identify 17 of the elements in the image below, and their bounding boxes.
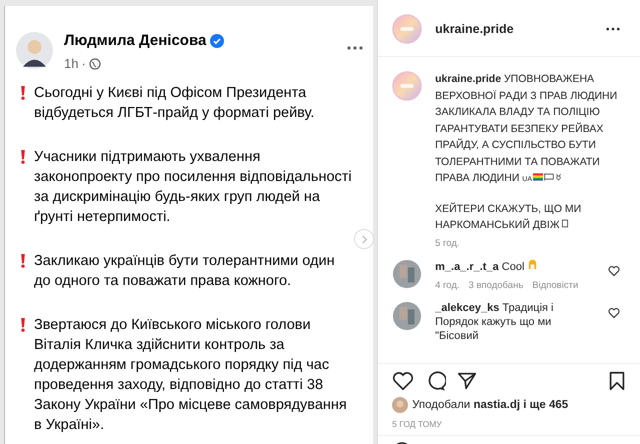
comment-likes[interactable]: 3 вподобань <box>468 280 524 290</box>
likes-summary: Уподобали nastia.dj і ще 465 <box>412 399 568 411</box>
post-timestamp: 5 ГОД ТОМУ <box>391 418 443 431</box>
author-name[interactable]: Людмила Денісова <box>64 32 206 49</box>
post-paragraph: Закликаю українців бути толерантними один до одного та поважати права кожного. <box>34 252 336 291</box>
caption-time: 5 год. <box>435 238 461 248</box>
comment-text: _alekcey_ks Традиція і Порядок кажуть що ми "Бісовий <box>435 300 555 342</box>
comment-text: m_.a_.r_.t_a Cool <box>435 258 595 274</box>
post-time[interactable]: 1h <box>64 56 78 71</box>
reply-link[interactable]: Відповісти <box>532 280 578 290</box>
comment-time: 4 год. <box>435 280 460 290</box>
post-paragraph: Звертаюся до Київського міського голови Віталія Кличка здійснити контроль за додержанням громадського порядку під час проведення заходу, відповідно до статті 38 Закону України «Про місцеве самоврядування в Україні». <box>34 316 348 435</box>
username[interactable]: ukraine.pride <box>435 22 606 36</box>
post-paragraph: Учасники підтримають ухвалення законопроекту про посилення відповідальності за дискримінацію будь-яких груп людей на ґрунті нетерпимості. <box>34 148 353 227</box>
separator-dot: · <box>81 56 86 71</box>
post-paragraph: Сьогодні у Києві під Офісом Президента відбудеться ЛГБТ-прайд у форматі рейву. <box>34 84 316 123</box>
caption-text: ХЕЙТЕРИ СКАЖУТЬ, ЩО МИ НАРКОМАНСЬКИЙ ДВІЖ <box>435 202 582 233</box>
